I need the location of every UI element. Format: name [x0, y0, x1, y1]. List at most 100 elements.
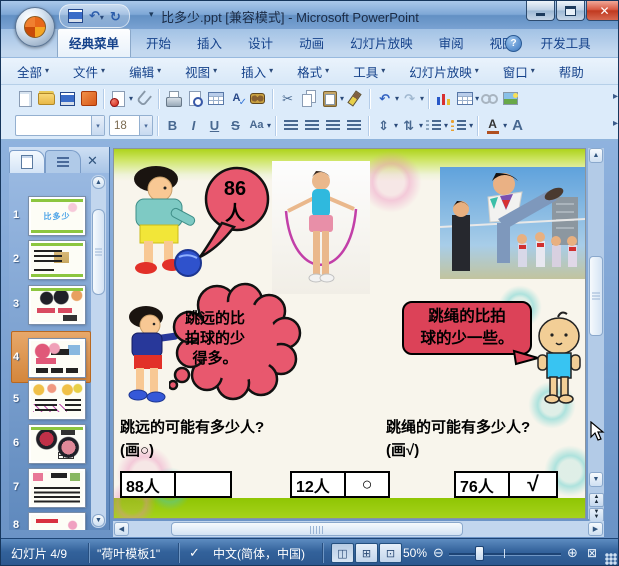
- new-file-icon[interactable]: [15, 88, 36, 109]
- slide-thumbnail-2[interactable]: [28, 240, 86, 280]
- boy-bouncing-ball-image[interactable]: [116, 163, 206, 283]
- print-icon[interactable]: [163, 88, 184, 109]
- toolbar-overflow-icon[interactable]: ▸: [613, 91, 618, 102]
- fit-to-window-icon[interactable]: ⊠: [587, 539, 597, 565]
- zoom-in-icon[interactable]: ⊕: [567, 539, 578, 565]
- undo-button[interactable]: ↶▾: [89, 7, 104, 25]
- language-indicator[interactable]: 中文(简体，中国): [213, 539, 305, 565]
- tab-outline[interactable]: [45, 150, 81, 173]
- answer-box-76[interactable]: 76人 √: [454, 471, 558, 498]
- print-layout-icon[interactable]: [205, 88, 226, 109]
- close-panel-icon[interactable]: ✕: [87, 153, 98, 169]
- justify-icon[interactable]: [343, 115, 364, 136]
- horizontal-scrollbar[interactable]: ◀ ▶: [113, 521, 604, 537]
- slide-thumbnail-8[interactable]: [28, 512, 86, 530]
- bold-button[interactable]: B: [168, 119, 177, 132]
- menu-help[interactable]: 帮助: [559, 62, 584, 81]
- cloud-bubble-text[interactable]: 跳远的比 拍球的少 得多。: [181, 309, 249, 368]
- align-left-icon[interactable]: [280, 115, 301, 136]
- insert-chart-icon[interactable]: [433, 88, 454, 109]
- permission-icon[interactable]: [108, 88, 129, 109]
- menu-slideshow[interactable]: 幻灯片放映 ▾: [409, 62, 479, 81]
- paste-icon[interactable]: [319, 88, 340, 109]
- menu-format[interactable]: 格式 ▾: [297, 62, 329, 81]
- zoom-slider-thumb[interactable]: [475, 546, 484, 561]
- zoom-out-icon[interactable]: ⊖: [433, 539, 444, 565]
- menu-all[interactable]: 全部 ▾: [17, 62, 49, 81]
- grow-font-button[interactable]: A: [512, 118, 523, 133]
- slide-thumbnail-7[interactable]: [28, 468, 86, 508]
- format-painter-icon[interactable]: [344, 88, 365, 109]
- tab-animations[interactable]: 动画: [288, 29, 335, 57]
- italic-button[interactable]: I: [192, 119, 196, 132]
- template-name[interactable]: "荷叶模板1": [97, 539, 160, 565]
- count-bubble-text[interactable]: 86 人: [198, 177, 272, 227]
- zoom-slider-track[interactable]: [449, 553, 561, 555]
- chevron-down-icon[interactable]: ▾: [469, 121, 473, 130]
- scroll-right-icon[interactable]: ▶: [588, 522, 603, 536]
- jump-rope-photo[interactable]: [272, 161, 370, 294]
- speech-bubble[interactable]: 跳绳的比拍 球的少一些。: [402, 301, 532, 355]
- chevron-down-icon[interactable]: ▾: [139, 116, 152, 135]
- tab-developer[interactable]: 开发工具: [530, 29, 602, 57]
- office-button[interactable]: [15, 7, 55, 47]
- high-kick-photo[interactable]: [440, 167, 585, 279]
- menu-window[interactable]: 窗口 ▾: [503, 62, 535, 81]
- print-preview-icon[interactable]: [184, 88, 205, 109]
- slide-canvas[interactable]: 86 人 跳远的比 拍球的少 得多。 跳绳的比拍 球的少一些。 跳远的可能有多少…: [113, 148, 586, 519]
- scroll-down-icon[interactable]: ▼: [92, 514, 105, 527]
- tab-design[interactable]: 设计: [237, 29, 284, 57]
- customize-qat-button[interactable]: ▾: [149, 9, 154, 20]
- toolbar-overflow-icon[interactable]: ▸: [613, 118, 618, 129]
- scroll-up-icon[interactable]: ▲: [92, 176, 105, 189]
- scroll-down-icon[interactable]: ▼: [589, 472, 603, 487]
- undo-icon[interactable]: ↶: [379, 92, 390, 105]
- previous-slide-button[interactable]: ▲ ▲: [589, 493, 604, 507]
- panel-scrollbar[interactable]: ▲ ▼: [91, 175, 106, 528]
- answer-box-88[interactable]: 88人: [120, 471, 232, 498]
- tab-review[interactable]: 审阅: [428, 29, 475, 57]
- normal-view-button[interactable]: ◫: [331, 543, 354, 563]
- minimize-button[interactable]: [526, 1, 555, 21]
- next-slide-button[interactable]: ▼ ▼: [589, 508, 604, 522]
- slide-sorter-button[interactable]: ⊞: [355, 543, 378, 563]
- photo-album-icon[interactable]: [500, 88, 521, 109]
- text-direction-icon[interactable]: ⇅: [403, 119, 414, 132]
- question-right[interactable]: 跳绳的可能有多少人? (画√): [386, 417, 530, 462]
- zoom-level[interactable]: 50%: [403, 539, 427, 565]
- slide-thumbnail-6[interactable]: [28, 424, 86, 464]
- menu-tools[interactable]: 工具 ▾: [353, 62, 385, 81]
- vertical-scrollbar[interactable]: ▲ ▼: [588, 148, 604, 519]
- menu-view[interactable]: 视图 ▾: [185, 62, 217, 81]
- vertical-scrollbar-thumb[interactable]: [589, 256, 603, 336]
- menu-file[interactable]: 文件 ▾: [73, 62, 105, 81]
- tab-insert[interactable]: 插入: [186, 29, 233, 57]
- tab-home[interactable]: 开始: [135, 29, 182, 57]
- scroll-left-icon[interactable]: ◀: [114, 522, 129, 536]
- attach-icon[interactable]: [133, 88, 154, 109]
- close-button[interactable]: ✕: [586, 1, 618, 21]
- cut-icon[interactable]: ✂: [282, 92, 293, 105]
- restore-button[interactable]: [556, 1, 585, 21]
- bullet-list-icon[interactable]: [448, 115, 469, 136]
- scroll-up-icon[interactable]: ▲: [589, 148, 603, 163]
- save-icon[interactable]: [60, 91, 75, 106]
- help-button[interactable]: ?: [505, 35, 522, 52]
- question-left[interactable]: 跳远的可能有多少人? (画○): [120, 417, 264, 462]
- insert-table-icon[interactable]: [454, 88, 475, 109]
- tab-slideshow[interactable]: 幻灯片放映: [339, 29, 424, 57]
- menu-insert[interactable]: 插入 ▾: [241, 62, 273, 81]
- slide-thumbnail-1[interactable]: 比多少: [28, 196, 86, 236]
- baby-image[interactable]: [530, 309, 586, 409]
- slide-thumbnail-3[interactable]: [28, 285, 86, 325]
- spell-check-icon[interactable]: A ✓: [226, 88, 247, 109]
- slide-thumbnail-4-selected[interactable]: [28, 338, 86, 378]
- answer-box-12[interactable]: 12人 ○: [290, 471, 390, 498]
- strikethrough-button[interactable]: S: [231, 119, 240, 132]
- underline-button[interactable]: U: [210, 119, 219, 132]
- panel-scrollbar-thumb[interactable]: [92, 209, 105, 295]
- slide-thumbnail-5[interactable]: [28, 380, 86, 420]
- line-spacing-icon[interactable]: ⇕: [378, 119, 389, 132]
- chevron-down-icon[interactable]: ▾: [91, 116, 104, 135]
- horizontal-scrollbar-thumb[interactable]: [171, 522, 463, 536]
